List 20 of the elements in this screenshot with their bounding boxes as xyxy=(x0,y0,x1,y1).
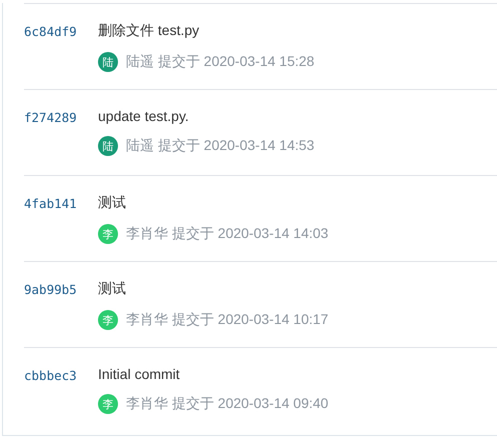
commit-info: 陆遥 提交于 2020-03-14 14:53 xyxy=(126,137,314,155)
commit-hash[interactable]: cbbbec3 xyxy=(24,348,98,433)
commit-info: 李肖华 提交于 2020-03-14 10:17 xyxy=(126,311,328,329)
commit-message[interactable]: 删除文件 test.py xyxy=(98,22,314,40)
commit-message[interactable]: 测试 xyxy=(98,280,328,298)
commit-hash[interactable]: 9ab99b5 xyxy=(24,262,98,347)
commit-message[interactable]: update test.py. xyxy=(98,108,314,124)
commit-hash[interactable]: f274289 xyxy=(24,90,98,175)
user-avatar: 李 xyxy=(98,310,118,330)
user-avatar: 陆 xyxy=(98,52,118,72)
commit-info: 李肖华 提交于 2020-03-14 14:03 xyxy=(126,225,328,243)
commit-hash[interactable]: 6c84df9 xyxy=(24,4,98,89)
commit-hash[interactable]: 4fab141 xyxy=(24,176,98,261)
user-avatar: 李 xyxy=(98,394,118,414)
commit-info: 李肖华 提交于 2020-03-14 09:40 xyxy=(126,395,328,413)
user-avatar: 陆 xyxy=(98,136,118,156)
user-avatar: 李 xyxy=(98,224,118,244)
commit-message[interactable]: Initial commit xyxy=(98,366,328,382)
commit-message[interactable]: 测试 xyxy=(98,194,328,212)
commit-info: 陆遥 提交于 2020-03-14 15:28 xyxy=(126,53,314,71)
